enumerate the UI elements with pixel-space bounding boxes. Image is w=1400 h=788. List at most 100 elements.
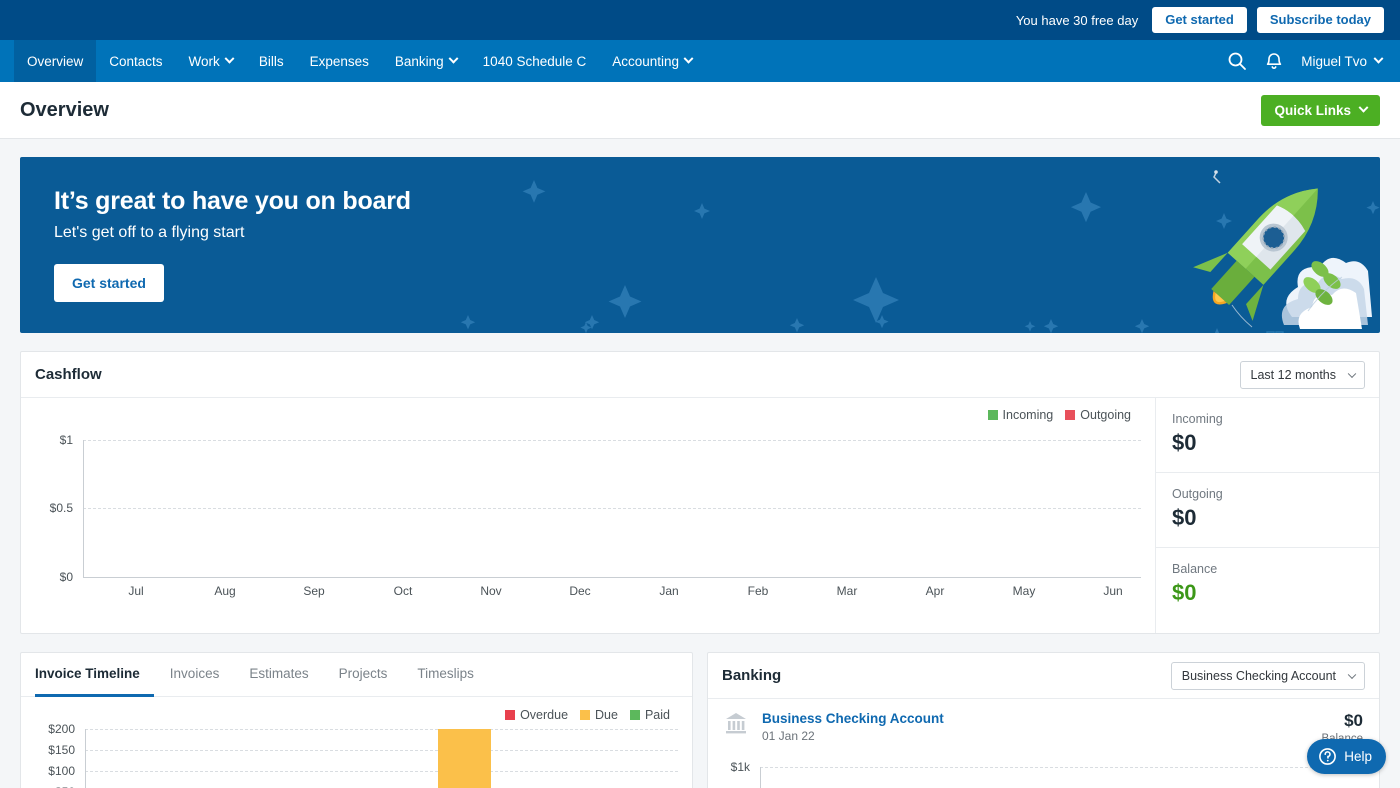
dashboard-bottom-row: Invoice Timeline Invoices Estimates Proj… xyxy=(20,652,1380,788)
bank-icon xyxy=(724,711,748,740)
stat-label: Incoming xyxy=(1172,412,1223,426)
stat-value: $0 xyxy=(1172,505,1197,530)
cashflow-legend: Incoming Outgoing xyxy=(987,408,1137,422)
bank-account-info: Business Checking Account 01 Jan 22 xyxy=(762,711,944,743)
tab-label: Invoice Timeline xyxy=(35,666,140,681)
nav-item-label: Contacts xyxy=(109,53,163,69)
cashflow-xtick: Jun xyxy=(1103,584,1123,598)
nav-item-label: Banking xyxy=(394,53,444,69)
cashflow-ytick-1: $1 xyxy=(59,433,73,447)
chevron-down-icon xyxy=(1347,369,1357,378)
gridline xyxy=(83,508,1141,509)
nav-item-work[interactable]: Work xyxy=(176,40,246,82)
tab-estimates[interactable]: Estimates xyxy=(235,653,322,697)
nav-item-label: Accounting xyxy=(612,53,680,69)
stat-label: Outgoing xyxy=(1172,487,1223,501)
legend-label: Incoming xyxy=(1002,408,1054,422)
stat-label: Balance xyxy=(1172,562,1218,576)
cashflow-x-axis xyxy=(83,577,1141,578)
nav-item-label: Work xyxy=(188,53,220,69)
cashflow-xtick: Mar xyxy=(836,584,858,598)
legend-item-overdue: Overdue xyxy=(505,708,568,722)
bar-due xyxy=(438,729,491,788)
cashflow-xtick: Oct xyxy=(393,584,413,598)
page-content: It’s great to have you on board Let's ge… xyxy=(0,139,1400,788)
search-icon[interactable] xyxy=(1227,51,1247,71)
legend-item-paid: Paid xyxy=(629,708,670,722)
nav-item-bills[interactable]: Bills xyxy=(246,40,297,82)
nav-item-1040-schedule-c[interactable]: 1040 Schedule C xyxy=(470,40,600,82)
cashflow-card-header: Cashflow Last 12 months xyxy=(21,352,1379,398)
stat-outgoing: Outgoing $0 xyxy=(1156,473,1379,548)
nav-item-expenses[interactable]: Expenses xyxy=(297,40,382,82)
quick-links-button[interactable]: Quick Links xyxy=(1261,94,1380,126)
page-header: Overview Quick Links xyxy=(0,82,1400,139)
chevron-down-icon xyxy=(683,53,694,64)
nav-item-overview[interactable]: Overview xyxy=(14,40,97,82)
tab-label: Timeslips xyxy=(417,666,474,681)
tab-label: Projects xyxy=(338,666,388,681)
chevron-down-icon xyxy=(224,53,235,64)
legend-item-due: Due xyxy=(580,708,618,722)
tab-invoice-timeline[interactable]: Invoice Timeline xyxy=(35,653,154,697)
legend-item-incoming: Incoming xyxy=(987,408,1054,422)
page-title: Overview xyxy=(20,98,109,121)
chevron-down-icon xyxy=(1347,670,1357,679)
promo-get-started-button[interactable]: Get started xyxy=(1152,7,1247,33)
chevron-down-icon xyxy=(1373,53,1384,64)
quick-links-label: Quick Links xyxy=(1274,102,1351,118)
invoice-ytick-1: $200 xyxy=(48,722,75,736)
cashflow-range-value: Last 12 months xyxy=(1250,367,1336,382)
help-label: Help xyxy=(1344,749,1372,764)
cashflow-xtick: Jan xyxy=(659,584,679,598)
nav-item-contacts[interactable]: Contacts xyxy=(96,40,175,82)
cashflow-xtick: Sep xyxy=(303,584,325,598)
invoice-timeline-card: Invoice Timeline Invoices Estimates Proj… xyxy=(20,652,693,788)
cashflow-chart: Incoming Outgoing $1 $0.5 $0 Jul Aug Sep… xyxy=(21,398,1155,633)
cashflow-title: Cashflow xyxy=(35,366,102,383)
promo-subscribe-button[interactable]: Subscribe today xyxy=(1256,7,1384,33)
gridline xyxy=(83,440,1141,441)
cashflow-xtick: Jul xyxy=(128,584,144,598)
cashflow-body: Incoming Outgoing $1 $0.5 $0 Jul Aug Sep… xyxy=(21,398,1379,633)
gridline xyxy=(85,729,678,730)
cashflow-summary: Incoming $0 Outgoing $0 Balance $0 xyxy=(1155,398,1379,633)
hero-subtitle: Let's get off to a flying start xyxy=(54,224,245,241)
banking-card: Banking Business Checking Account Busine… xyxy=(707,652,1380,788)
nav-item-banking[interactable]: Banking xyxy=(382,40,470,82)
gridline xyxy=(760,767,1363,768)
onboarding-hero-banner: It’s great to have you on board Let's ge… xyxy=(20,157,1380,333)
question-circle-icon xyxy=(1318,747,1337,766)
tab-invoices[interactable]: Invoices xyxy=(156,653,234,697)
stat-value: $0 xyxy=(1172,430,1197,455)
banking-account-select[interactable]: Business Checking Account xyxy=(1170,661,1365,690)
cashflow-range-select[interactable]: Last 12 months xyxy=(1239,360,1365,389)
nav-item-accounting[interactable]: Accounting xyxy=(599,40,705,82)
promo-message: You have 30 free day xyxy=(1015,12,1139,28)
cashflow-xtick: Apr xyxy=(925,584,945,598)
help-button[interactable]: Help xyxy=(1307,739,1386,774)
legend-label: Overdue xyxy=(520,708,569,722)
tab-projects[interactable]: Projects xyxy=(325,653,402,697)
legend-swatch-incoming xyxy=(987,410,998,420)
banking-balance-chart: $1k $0 xyxy=(708,753,1379,788)
legend-swatch-paid xyxy=(629,710,640,720)
tab-timeslips[interactable]: Timeslips xyxy=(403,653,488,697)
hero-content: It’s great to have you on board Let's ge… xyxy=(20,157,1380,302)
banking-account-value: Business Checking Account xyxy=(1181,668,1336,683)
invoice-ytick-2: $150 xyxy=(48,743,75,757)
invoice-y-axis xyxy=(85,729,86,788)
nav-item-label: Overview xyxy=(27,53,84,69)
invoice-timeline-chart: Overdue Due Paid $200 $150 $100 $50 xyxy=(21,697,692,788)
cashflow-ytick-3: $0 xyxy=(59,570,73,584)
bank-account-name[interactable]: Business Checking Account xyxy=(762,711,944,726)
banking-title: Banking xyxy=(722,667,782,684)
tab-label: Invoices xyxy=(169,666,220,681)
legend-label: Due xyxy=(595,708,618,722)
bell-icon[interactable] xyxy=(1265,51,1283,71)
cashflow-xtick: Nov xyxy=(480,584,502,598)
nav-items: Overview Contacts Work Bills Expenses Ba… xyxy=(14,40,705,82)
legend-item-outgoing: Outgoing xyxy=(1065,408,1131,422)
user-menu[interactable]: Miguel Tvo xyxy=(1301,53,1384,69)
hero-get-started-button[interactable]: Get started xyxy=(54,264,164,302)
